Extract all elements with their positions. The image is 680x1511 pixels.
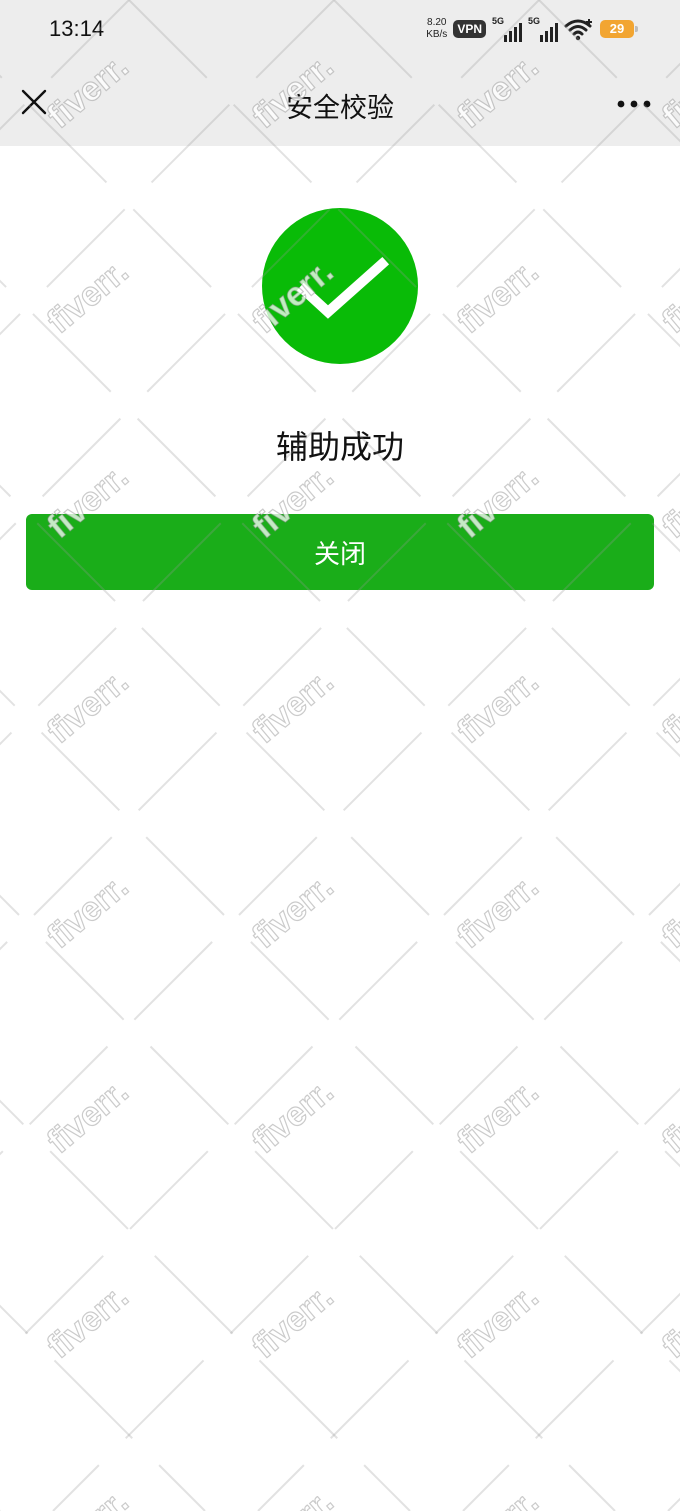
watermark-text: fiverr. [655, 1072, 680, 1161]
nav-bar: 安全校验 [0, 60, 680, 146]
page-title: 安全校验 [286, 93, 394, 124]
close-button-label: 关闭 [313, 539, 366, 570]
watermark-text: fiverr. [655, 662, 680, 751]
signal-type-label: 5G [528, 16, 541, 26]
watermark-text: fiverr. [40, 1482, 135, 1511]
watermark-line [0, 1304, 206, 1511]
watermark-text: fiverr. [245, 1277, 340, 1366]
watermark-text: fiverr. [655, 1277, 680, 1366]
watermark-text: fiverr. [245, 867, 340, 956]
battery-level: 29 [609, 21, 625, 36]
signal-icon: 5G [492, 16, 522, 42]
watermark-text: fiverr. [40, 1277, 135, 1366]
network-speed-unit: KB/s [426, 29, 448, 40]
watermark-text: fiverr. [655, 867, 680, 956]
watermark-text: fiverr. [450, 662, 545, 751]
watermark-text: fiverr. [40, 662, 135, 751]
watermark-text: fiverr. [450, 1277, 545, 1366]
watermark-text: fiverr. [450, 1482, 545, 1511]
status-icons: 8.20 KB/s VPN 5G 5G 29 [426, 14, 638, 44]
watermark-line [538, 0, 680, 143]
watermark-text: fiverr. [245, 662, 340, 751]
status-time: 13:14 [49, 16, 105, 41]
watermark-text: fiverr. [655, 1482, 680, 1511]
watermark-text: fiverr. [245, 1482, 340, 1511]
watermark-text: fiverr. [245, 1072, 340, 1161]
status-bar: 13:14 8.20 KB/s VPN 5G 5G 29 [0, 0, 680, 60]
watermark-text: fiverr. [40, 1072, 135, 1161]
success-check-icon [262, 208, 418, 364]
watermark-text: fiverr. [40, 867, 135, 956]
more-icon[interactable] [614, 86, 654, 122]
watermark-line [667, 1497, 680, 1511]
watermark-text: fiverr. [450, 867, 545, 956]
battery-icon: 29 [600, 20, 638, 38]
result-message: 辅助成功 [275, 428, 404, 466]
network-speed-value: 8.20 [427, 17, 447, 28]
close-button[interactable]: 关闭 [26, 514, 654, 590]
watermark-text: fiverr. [450, 1072, 545, 1161]
network-speed: 8.20 KB/s [426, 17, 447, 41]
watermark-text: fiverr. [655, 457, 680, 546]
watermark-text: fiverr. [40, 252, 135, 341]
wifi-icon [564, 19, 592, 41]
watermark-line [0, 0, 130, 131]
vpn-badge: VPN [453, 20, 486, 38]
signal-icon: 5G [528, 16, 558, 42]
watermark-line [462, 1292, 680, 1511]
watermark-text: fiverr. [450, 252, 545, 341]
signal-type-label: 5G [492, 16, 505, 26]
watermark-text: fiverr. [655, 252, 680, 341]
